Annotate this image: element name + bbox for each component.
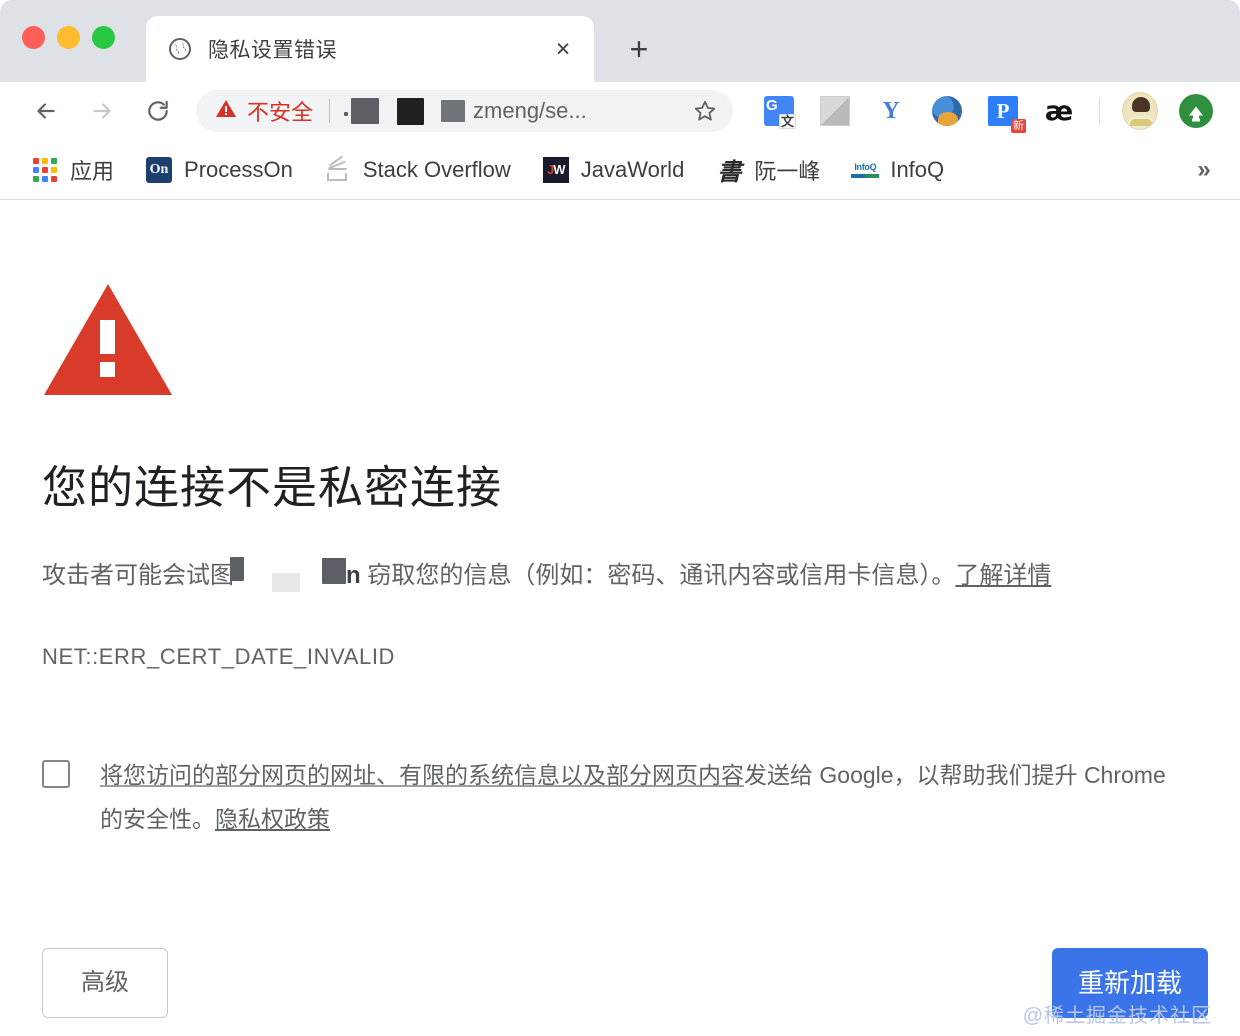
error-code: NET::ERR_CERT_DATE_INVALID: [42, 644, 396, 669]
error-description: 攻击者可能会试图 n 窃取您的信息（例如：密码、通讯内容或信用卡信息）。 了解详…: [42, 557, 1192, 594]
javaworld-icon: JW: [542, 156, 569, 183]
privacy-policy-link[interactable]: 隐私权政策: [215, 806, 330, 832]
domain-redaction-block: [322, 558, 346, 584]
window-controls: [22, 26, 115, 49]
domain-redaction-block: [272, 572, 300, 592]
learn-more-link[interactable]: 了解详情: [955, 558, 1051, 594]
upload-update-icon[interactable]: [1178, 93, 1214, 129]
bookmark-label: JavaWorld: [580, 156, 685, 182]
bookmark-label: Stack Overflow: [362, 156, 511, 182]
address-bar[interactable]: 不安全 zmeng/se...: [196, 90, 733, 132]
safe-browsing-text: 将您访问的部分网页的网址、有限的系统信息以及部分网页内容发送给 Google，以…: [100, 754, 1175, 841]
warning-triangle-icon: [214, 97, 238, 126]
bookmark-item-stack-overflow[interactable]: Stack Overflow: [315, 150, 521, 190]
translate-glyph: G: [764, 96, 796, 129]
ae-glyph: æ: [1044, 95, 1074, 127]
browser-toolbar: 不安全 zmeng/se... G Y P新 æ: [0, 82, 1240, 140]
bookmark-label: 阮一峰: [754, 158, 821, 184]
error-page: 您的连接不是私密连接 攻击者可能会试图 n 窃取您的信息（例如：密码、通讯内容或…: [0, 200, 1240, 1036]
url-redaction-block: [397, 97, 425, 125]
bookmark-label: 应用: [70, 158, 115, 184]
domain-redaction-block: [230, 557, 244, 581]
toolbar-divider: [1099, 98, 1100, 124]
description-before: 攻击者可能会试图: [42, 562, 234, 589]
bookmark-label: ProcessOn: [184, 156, 293, 182]
ruanyifeng-icon: 書: [717, 160, 742, 186]
close-window-button[interactable]: [22, 26, 45, 49]
processon-icon: On: [146, 156, 173, 183]
description-middle: n: [346, 562, 361, 589]
globe-icon: [168, 37, 192, 61]
y-glyph: Y: [882, 97, 900, 124]
page-title: 您的连接不是私密连接: [42, 462, 503, 513]
p-glyph: P新: [988, 96, 1026, 133]
watermark: @稀土掘金技术社区: [1022, 1005, 1212, 1027]
bookmark-item-infoq[interactable]: InfoQ InfoQ: [842, 150, 954, 190]
infoq-icon: InfoQ: [851, 157, 880, 183]
url-text: zmeng/se...: [473, 98, 587, 123]
back-arrow-icon[interactable]: [26, 91, 66, 131]
star-icon[interactable]: [685, 91, 725, 131]
bookmark-label: InfoQ: [890, 156, 945, 182]
user-profile-avatar[interactable]: [1122, 92, 1158, 130]
p-new-extension-icon[interactable]: P新: [985, 93, 1026, 133]
url-text-wrap[interactable]: zmeng/se...: [344, 97, 685, 125]
red-warning-triangle-icon: [42, 282, 1192, 403]
security-status[interactable]: 不安全: [214, 95, 313, 127]
bookmark-item-apps[interactable]: 应用: [22, 150, 124, 190]
apps-grid-icon: [32, 157, 58, 183]
avatar-extension-icon[interactable]: [929, 93, 965, 129]
close-tab-button[interactable]: ×: [546, 32, 580, 66]
upload-glyph: [1179, 94, 1213, 128]
profile-glyph: [1122, 92, 1158, 130]
reload-icon[interactable]: [138, 91, 178, 131]
bookmarks-overflow-button[interactable]: »: [1184, 150, 1224, 190]
error-content: 您的连接不是私密连接 攻击者可能会试图 n 窃取您的信息（例如：密码、通讯内容或…: [42, 282, 1192, 841]
y-extension-icon[interactable]: Y: [873, 93, 909, 129]
tab-strip: 隐私设置错误 × +: [0, 0, 1240, 82]
new-badge: 新: [1011, 119, 1026, 133]
bookmark-item-javaworld[interactable]: JW JavaWorld: [533, 150, 695, 190]
bookmark-item-processon[interactable]: On ProcessOn: [136, 150, 303, 190]
ae-extension-icon[interactable]: æ: [1041, 93, 1077, 129]
tabs-area: 隐私设置错误 × +: [146, 16, 662, 82]
bookmark-item-ruanyifeng[interactable]: 書 阮一峰: [706, 150, 830, 190]
avatar-glyph: [932, 96, 962, 126]
url-redaction-block: [441, 100, 466, 122]
safe-browsing-optin: 将您访问的部分网页的网址、有限的系统信息以及部分网页内容发送给 Google，以…: [42, 754, 1192, 841]
google-translate-extension-icon[interactable]: G: [761, 93, 797, 129]
extension-icons: G Y P新 æ: [751, 92, 1224, 133]
url-redaction-dot: [344, 111, 349, 116]
new-tab-button[interactable]: +: [616, 26, 662, 72]
gray-square-extension-icon[interactable]: [817, 93, 853, 129]
minimize-window-button[interactable]: [57, 26, 80, 49]
not-secure-label: 不安全: [247, 100, 314, 125]
advanced-button[interactable]: 高级: [42, 948, 168, 1018]
forward-arrow-icon: [82, 91, 122, 131]
zoom-window-button[interactable]: [92, 26, 115, 49]
bookmarks-bar: 应用 On ProcessOn Stack Overflow JW JavaWo…: [0, 140, 1240, 200]
browser-tab[interactable]: 隐私设置错误 ×: [146, 16, 594, 82]
gray-square-glyph: [820, 96, 850, 126]
safe-browsing-checkbox[interactable]: [42, 760, 70, 788]
stack-overflow-icon: [325, 155, 351, 183]
tab-title: 隐私设置错误: [208, 39, 337, 62]
url-redaction-block: [351, 98, 380, 124]
description-after: 窃取您的信息（例如：密码、通讯内容或信用卡信息）。: [360, 562, 956, 589]
omnibox-divider: [329, 99, 331, 123]
optin-text-underlined: 将您访问的部分网页的网址、有限的系统信息以及部分网页内容: [100, 762, 744, 788]
